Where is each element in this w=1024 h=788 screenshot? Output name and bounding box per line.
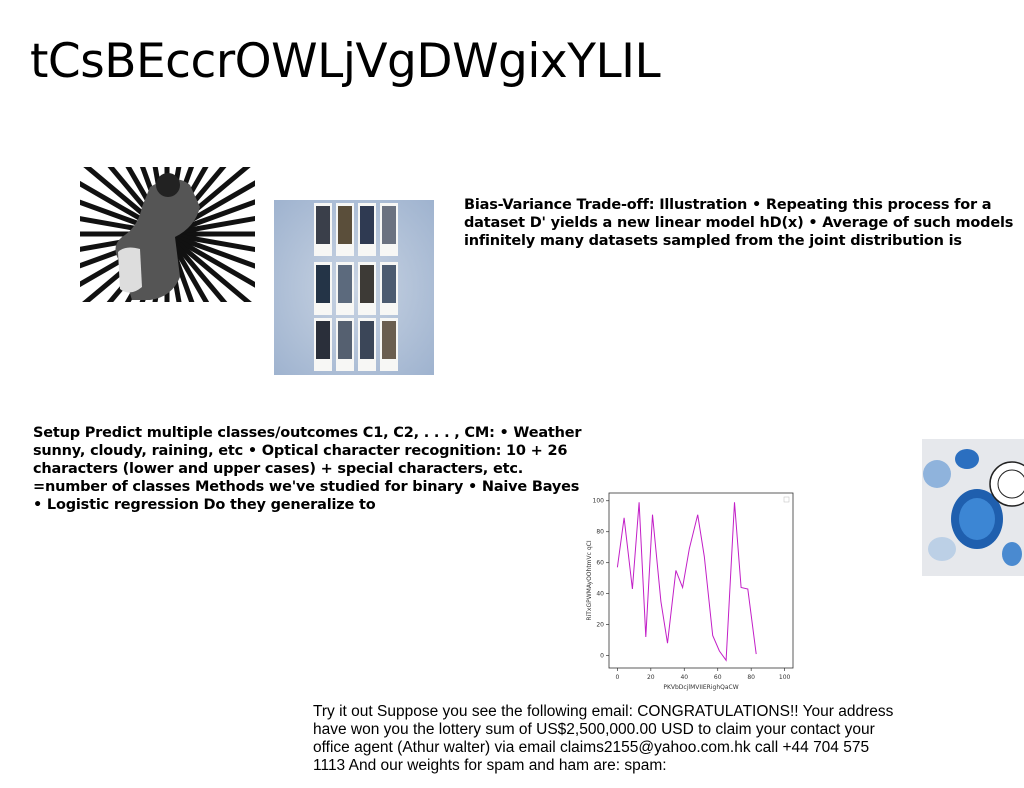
y-tick-label: 80: [596, 529, 604, 536]
chart-plot-area: [608, 492, 794, 669]
photo-polaroids: [274, 200, 434, 375]
x-tick-label: 20: [647, 674, 655, 681]
x-tick-label: 60: [714, 674, 722, 681]
y-tick-label: 20: [596, 622, 604, 629]
page-title: tCsBEccrOWLjVgDWgixYLIL: [30, 34, 661, 89]
polaroid-image: [274, 200, 434, 375]
stripes-image: [80, 167, 255, 302]
x-tick-label: 40: [680, 674, 688, 681]
x-tick-label: 100: [779, 674, 791, 681]
legend-box: [783, 496, 790, 503]
line-chart: 0 20 40 60 80 100 0 20 40 60 80 100 PKVbDcjlMVIIERig…: [580, 488, 800, 698]
paragraph-multiclass-setup: Setup Predict multiple classes/outcomes …: [33, 425, 582, 513]
x-tick-label: 80: [747, 674, 755, 681]
x-tick-label: 0: [615, 674, 619, 681]
y-tick-label: 60: [596, 560, 604, 567]
y-axis-label: RiTxGPWMAyOOhtmVc qCI: [586, 540, 593, 620]
photo-blue-plates: [922, 439, 1024, 576]
chart-svg: 0 20 40 60 80 100 0 20 40 60 80 100 PKVbDcjlMVIIERig…: [586, 492, 794, 691]
y-tick-label: 0: [600, 653, 604, 660]
paragraph-bias-variance: Bias-Variance Trade-off: Illustration • …: [464, 197, 1014, 249]
photo-stripes: [80, 167, 255, 302]
blue-plates-image: [922, 439, 1024, 576]
y-tick-label: 40: [596, 591, 604, 598]
x-axis-label: PKVbDcjlMVIIERighQaCW: [663, 684, 738, 691]
paragraph-spam-example: Try it out Suppose you see the following…: [313, 703, 894, 774]
y-tick-label: 100: [593, 498, 605, 505]
